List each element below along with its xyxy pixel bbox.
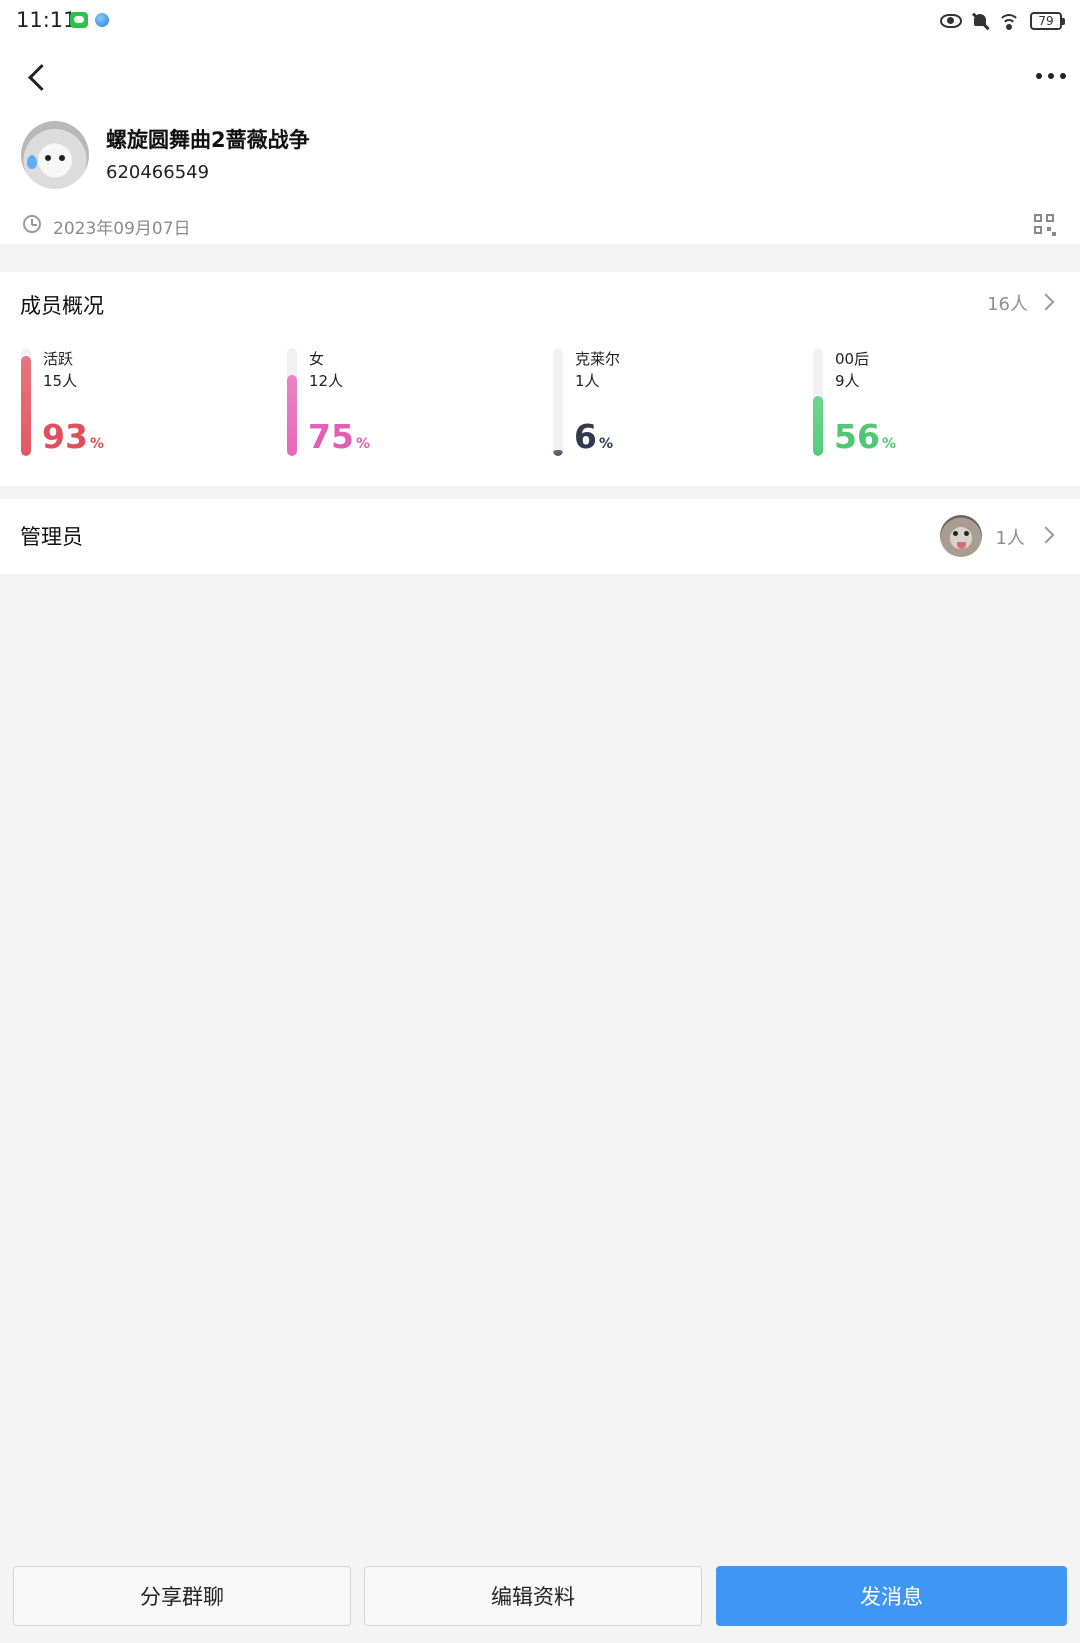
stat-label: 女	[309, 350, 325, 368]
stat-count: 12人	[309, 372, 344, 390]
stat-label: 00后	[835, 350, 870, 368]
back-button[interactable]	[20, 60, 56, 96]
admin-count: 1人	[995, 528, 1025, 549]
battery-icon: 79	[1030, 12, 1065, 30]
member-overview-title: 成员概况	[20, 294, 104, 318]
stat-percent-value: 75	[308, 417, 354, 456]
stat-percent-value: 93	[42, 417, 88, 456]
stat-count: 1人	[575, 372, 600, 390]
group-name: 螺旋圆舞曲2蔷薇战争	[106, 128, 310, 152]
more-options-button[interactable]	[1036, 66, 1066, 86]
admin-row[interactable]: 管理员 1人	[0, 499, 1080, 574]
percent-sign: %	[89, 436, 104, 452]
status-bar: 11:11 79	[0, 0, 1080, 44]
wechat-icon	[70, 12, 88, 28]
stat-percent: 6%	[574, 418, 613, 463]
stat-percent: 93%	[42, 418, 104, 463]
stat-count: 15人	[43, 372, 78, 390]
more-dot-icon	[1036, 73, 1042, 79]
chevron-right-icon	[1037, 526, 1055, 544]
stat-percent: 75%	[308, 418, 370, 463]
stat-bar-track	[287, 348, 297, 456]
group-avatar[interactable]	[21, 121, 89, 189]
stat-percent-value: 6	[574, 417, 597, 456]
qr-code-icon[interactable]	[1034, 214, 1056, 236]
group-id: 620466549	[106, 162, 210, 183]
status-time: 11:11	[16, 8, 77, 32]
admin-title: 管理员	[20, 525, 83, 549]
stat-label: 克莱尔	[575, 350, 621, 368]
stat-bar-track	[21, 348, 31, 456]
member-total: 16人	[987, 294, 1028, 315]
stat-female: 女 12人 75%	[287, 348, 527, 458]
eye-icon	[940, 14, 962, 28]
stat-bar-fill	[813, 396, 823, 456]
admin-avatar	[940, 515, 982, 557]
browser-icon	[95, 13, 109, 27]
created-date: 2023年09月07日	[53, 219, 191, 239]
stat-region: 克莱尔 1人 6%	[553, 348, 793, 458]
group-header: 螺旋圆舞曲2蔷薇战争 620466549 2023年09月07日	[0, 44, 1080, 244]
stat-bar-fill	[287, 375, 297, 456]
stat-active: 活跃 15人 93%	[21, 348, 261, 458]
percent-sign: %	[355, 436, 370, 452]
percent-sign: %	[881, 436, 896, 452]
more-dot-icon	[1048, 73, 1054, 79]
stat-percent: 56%	[834, 418, 896, 463]
edit-profile-button[interactable]: 编辑资料	[364, 1566, 702, 1626]
clock-icon	[23, 215, 41, 233]
stat-age-00s: 00后 9人 56%	[813, 348, 1053, 458]
more-dot-icon	[1060, 73, 1066, 79]
stat-bar-fill	[21, 356, 31, 456]
wifi-icon	[998, 12, 1020, 30]
stat-bar-track	[553, 348, 563, 456]
percent-sign: %	[598, 436, 613, 452]
stat-bar-track	[813, 348, 823, 456]
share-group-button[interactable]: 分享群聊	[13, 1566, 351, 1626]
stat-bar-fill	[553, 450, 563, 456]
bell-muted-icon	[972, 12, 988, 30]
stat-count: 9人	[835, 372, 860, 390]
send-message-button[interactable]: 发消息	[716, 1566, 1067, 1626]
member-overview-card[interactable]: 成员概况 16人 活跃 15人 93% 女 12人 75% 克莱尔 1人 6% …	[0, 272, 1080, 486]
status-icons: 79	[940, 9, 1065, 33]
stat-label: 活跃	[43, 350, 74, 368]
stat-percent-value: 56	[834, 417, 880, 456]
chevron-right-icon	[1037, 293, 1055, 311]
